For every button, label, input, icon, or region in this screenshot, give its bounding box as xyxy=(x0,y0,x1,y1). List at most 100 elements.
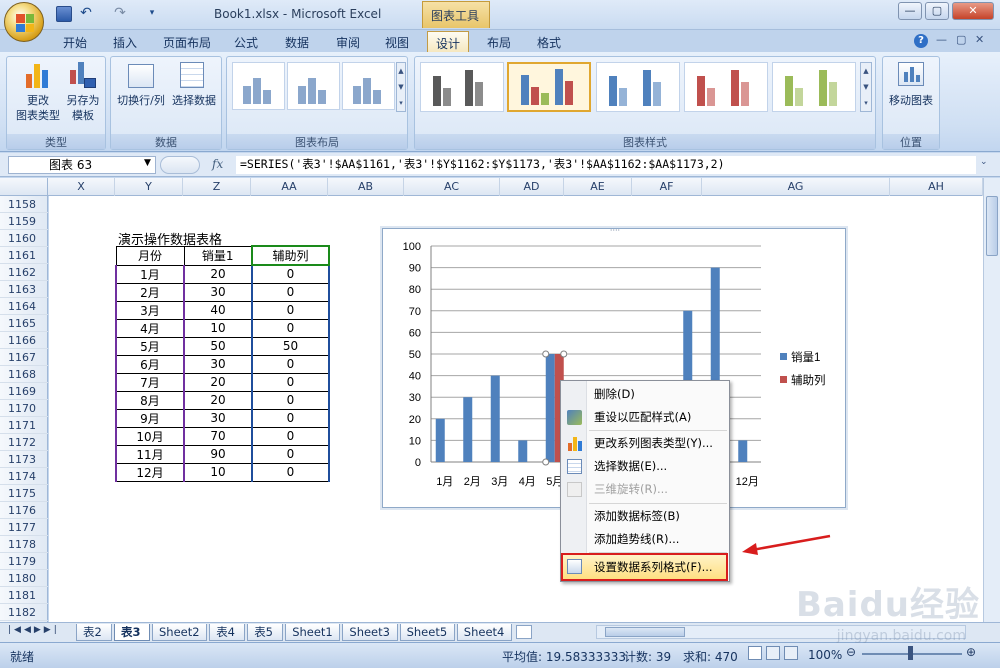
row-header[interactable]: 1172 xyxy=(0,434,48,451)
save-as-template-button[interactable]: 另存为 模板 xyxy=(60,93,106,123)
cell-sales[interactable]: 30 xyxy=(183,408,253,428)
chart-style-5[interactable] xyxy=(772,62,856,112)
name-box-dropdown-icon[interactable]: ▼ xyxy=(144,158,151,168)
cell-sales[interactable]: 20 xyxy=(183,372,253,392)
chart-style-1[interactable] xyxy=(420,62,504,112)
minimize-button[interactable]: — xyxy=(898,2,922,20)
chart-style-2[interactable] xyxy=(507,62,591,112)
column-header[interactable]: X xyxy=(48,178,115,196)
cell-helper[interactable]: 0 xyxy=(251,282,330,302)
restore-button[interactable]: ▢ xyxy=(925,2,949,20)
row-header[interactable]: 1169 xyxy=(0,383,48,400)
zoom-in-icon[interactable]: ⊕ xyxy=(966,645,976,659)
cell-helper[interactable]: 0 xyxy=(251,390,330,410)
menu-item-select-data[interactable]: 选择数据(E)... xyxy=(563,455,727,478)
cell-month[interactable]: 4月 xyxy=(115,318,185,338)
switch-row-column-button[interactable]: 切换行/列 xyxy=(114,93,168,108)
select-data-button[interactable]: 选择数据 xyxy=(168,93,220,108)
help-icon[interactable]: ? xyxy=(914,34,928,48)
tab-formulas[interactable]: 公式 xyxy=(234,33,258,52)
sheet-tab[interactable]: Sheet1 xyxy=(285,624,341,641)
row-header[interactable]: 1178 xyxy=(0,536,48,553)
cell-month[interactable]: 10月 xyxy=(115,426,185,446)
normal-view-icon[interactable] xyxy=(748,646,762,660)
chart-layout-2[interactable] xyxy=(287,62,340,110)
header-helper[interactable]: 辅助列 xyxy=(251,245,330,266)
sheet-tab[interactable]: Sheet4 xyxy=(456,624,512,641)
layout-gallery-scroll[interactable]: ▲ ▼ ▾ xyxy=(396,62,406,112)
cell-helper[interactable]: 0 xyxy=(251,318,330,338)
menu-item-add-data-labels[interactable]: 添加数据标签(B) xyxy=(563,505,727,528)
formula-input[interactable]: =SERIES('表3'!$AA$1161,'表3'!$Y$1162:$Y$11… xyxy=(236,156,976,174)
column-header[interactable]: AC xyxy=(404,178,500,196)
chart-layout-3[interactable] xyxy=(342,62,395,110)
cell-helper[interactable]: 0 xyxy=(251,408,330,428)
row-header[interactable]: 1165 xyxy=(0,315,48,332)
tab-insert[interactable]: 插入 xyxy=(113,33,137,52)
cell-sales[interactable]: 90 xyxy=(183,444,253,464)
sheet-tab[interactable]: 表3 xyxy=(114,624,150,641)
page-break-view-icon[interactable] xyxy=(784,646,798,660)
cell-helper[interactable]: 0 xyxy=(251,426,330,446)
cell-sales[interactable]: 30 xyxy=(183,354,253,374)
tab-format[interactable]: 格式 xyxy=(537,33,561,52)
row-header[interactable]: 1161 xyxy=(0,247,48,264)
column-header[interactable]: Z xyxy=(183,178,251,196)
cell-month[interactable]: 12月 xyxy=(115,462,185,482)
header-sales[interactable]: 销量1 xyxy=(183,245,253,266)
menu-item-delete[interactable]: 删除(D) xyxy=(563,383,727,406)
cell-sales[interactable]: 40 xyxy=(183,300,253,320)
column-header[interactable]: AB xyxy=(328,178,404,196)
row-header[interactable]: 1176 xyxy=(0,502,48,519)
row-header[interactable]: 1160 xyxy=(0,230,48,247)
style-gallery-scroll[interactable]: ▲ ▼ ▾ xyxy=(860,62,872,112)
cell-helper[interactable]: 0 xyxy=(251,354,330,374)
row-header[interactable]: 1175 xyxy=(0,485,48,502)
row-header[interactable]: 1174 xyxy=(0,468,48,485)
h-scroll-thumb[interactable] xyxy=(605,627,685,637)
cell-month[interactable]: 9月 xyxy=(115,408,185,428)
column-header[interactable]: AG xyxy=(702,178,890,196)
cell-month[interactable]: 11月 xyxy=(115,444,185,464)
sheet-nav-arrows-icon[interactable]: |◀◀▶▶| xyxy=(8,625,60,635)
cell-sales[interactable]: 70 xyxy=(183,426,253,446)
menu-item-format-data-series[interactable]: 设置数据系列格式(F)... xyxy=(561,553,728,581)
insert-sheet-icon[interactable] xyxy=(516,625,532,639)
cell-sales[interactable]: 10 xyxy=(183,462,253,482)
cell-month[interactable]: 2月 xyxy=(115,282,185,302)
tab-page-layout[interactable]: 页面布局 xyxy=(163,33,211,52)
change-chart-type-button[interactable]: 更改 图表类型 xyxy=(14,93,62,123)
sheet-tab[interactable]: Sheet3 xyxy=(342,624,398,641)
cell-helper[interactable]: 50 xyxy=(251,336,330,356)
cell-month[interactable]: 5月 xyxy=(115,336,185,356)
scroll-thumb[interactable] xyxy=(986,196,998,256)
cell-helper[interactable]: 0 xyxy=(251,462,330,482)
save-icon[interactable] xyxy=(56,6,72,22)
tab-review[interactable]: 审阅 xyxy=(336,33,360,52)
row-header[interactable]: 1158 xyxy=(0,196,48,213)
cell-helper[interactable]: 0 xyxy=(251,264,330,284)
redo-icon[interactable]: ↷ xyxy=(112,6,128,22)
column-header[interactable]: AE xyxy=(564,178,632,196)
name-box[interactable]: 图表 63 xyxy=(8,156,156,174)
column-header[interactable]: Y xyxy=(115,178,183,196)
cell-sales[interactable]: 10 xyxy=(183,318,253,338)
cell-helper[interactable]: 0 xyxy=(251,444,330,464)
cell-month[interactable]: 6月 xyxy=(115,354,185,374)
row-header[interactable]: 1167 xyxy=(0,349,48,366)
tab-design[interactable]: 设计 xyxy=(427,31,469,53)
row-header[interactable]: 1182 xyxy=(0,604,48,621)
ribbon-minimize-icon[interactable]: — xyxy=(936,33,947,46)
row-header[interactable]: 1170 xyxy=(0,400,48,417)
chart-style-4[interactable] xyxy=(684,62,768,112)
row-header[interactable]: 1173 xyxy=(0,451,48,468)
tab-data[interactable]: 数据 xyxy=(285,33,309,52)
cell-month[interactable]: 7月 xyxy=(115,372,185,392)
row-header[interactable]: 1181 xyxy=(0,587,48,604)
column-header[interactable]: AF xyxy=(632,178,702,196)
cell-month[interactable]: 8月 xyxy=(115,390,185,410)
qat-customize-icon[interactable]: ▾ xyxy=(144,6,160,22)
insert-function-icon[interactable]: fx xyxy=(212,157,223,171)
cell-sales[interactable]: 20 xyxy=(183,390,253,410)
move-chart-button[interactable]: 移动图表 xyxy=(884,93,938,108)
